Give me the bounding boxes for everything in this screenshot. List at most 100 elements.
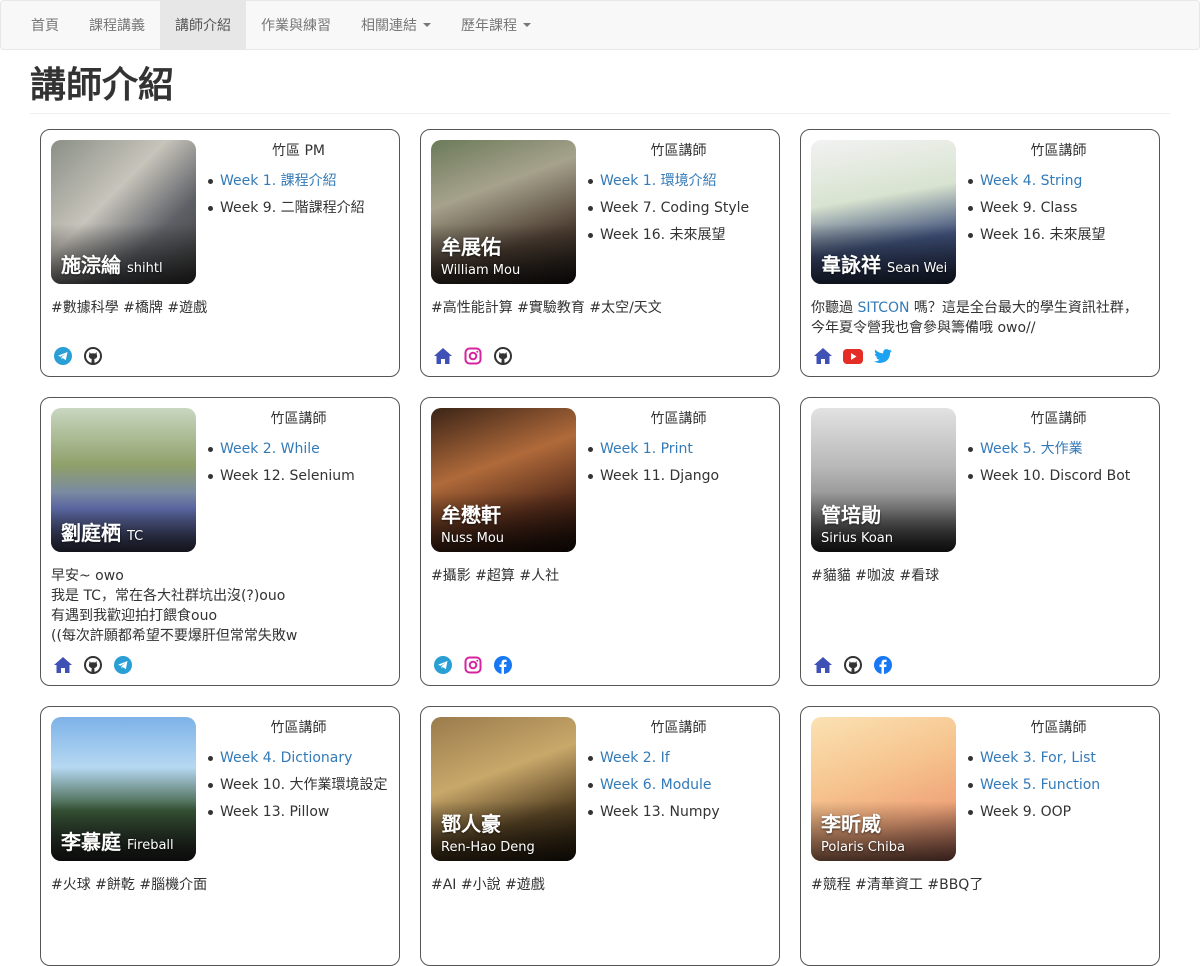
lesson-item[interactable]: Week 4. String [968, 168, 1151, 195]
telegram-icon[interactable] [433, 655, 453, 675]
lesson-item: Week 12. Selenium [208, 463, 391, 490]
telegram-icon[interactable] [113, 655, 133, 675]
description-line: #競程 #清華資工 #BBQ了 [811, 877, 984, 893]
nav-item-4[interactable]: 相關連結 [346, 1, 446, 49]
lesson-link[interactable]: Week 6. Module [600, 777, 712, 793]
lesson-link[interactable]: Week 2. If [600, 750, 670, 766]
home-icon[interactable] [813, 346, 833, 366]
github-icon[interactable] [843, 655, 863, 675]
instagram-icon[interactable] [463, 655, 483, 675]
instructor-role: 竹區講師 [270, 411, 327, 427]
instructor-nickname: Fireball [127, 838, 174, 853]
lesson-item[interactable]: Week 3. For, List [968, 745, 1151, 772]
lesson-text: Week 7. Coding Style [600, 200, 750, 216]
lesson-link[interactable]: Week 1. Print [600, 441, 693, 457]
description-line: #AI #小說 #遊戲 [431, 877, 545, 893]
github-icon[interactable] [83, 655, 103, 675]
instructor-role: 竹區 PM [272, 143, 325, 159]
instructor-card: 李慕庭 Fireball 竹區講師 Week 4. Dictionary Week 10… [40, 706, 400, 966]
lesson-list: Week 2. If Week 6. Module Week 13. Numpy [586, 745, 771, 826]
lesson-link[interactable]: Week 2. While [220, 441, 320, 457]
lesson-link[interactable]: Week 1. 環境介紹 [600, 173, 717, 189]
instructor-info: 竹區講師 Week 1. Print Week 11. Django [586, 408, 771, 490]
nav-item-label: 作業與練習 [261, 18, 331, 34]
lesson-item: Week 10. Discord Bot [968, 463, 1151, 490]
lesson-text: Week 13. Numpy [600, 804, 720, 820]
instructor-english-name: Nuss Mou [441, 531, 505, 546]
lesson-link[interactable]: Week 4. Dictionary [220, 750, 352, 766]
lesson-list: Week 2. While Week 12. Selenium [206, 436, 391, 490]
lesson-link[interactable]: Week 5. Function [980, 777, 1100, 793]
social-links [813, 655, 893, 675]
instructor-card: 韋詠祥 Sean Wei 竹區講師 Week 4. String Week 9. Cla… [800, 129, 1160, 377]
description-line: 我是 TC，常在各大社群坑出沒(?)ouo [51, 588, 286, 604]
nav-item-2[interactable]: 講師介紹 [160, 1, 246, 49]
instructor-info: 竹區講師 Week 1. 環境介紹 Week 7. Coding Style Week… [586, 140, 771, 249]
instructor-name-text: 劉庭栖 [61, 521, 121, 545]
social-links [433, 346, 513, 366]
description-line: #火球 #餅乾 #腦機介面 [51, 877, 208, 893]
lesson-item[interactable]: Week 1. Print [588, 436, 771, 463]
instructor-photo: 韋詠祥 Sean Wei [811, 140, 956, 284]
home-icon[interactable] [53, 655, 73, 675]
instructor-description: #數據科學 #橋牌 #遊戲 [51, 298, 391, 318]
instructor-info: 竹區講師 Week 5. 大作業 Week 10. Discord Bot [966, 408, 1151, 490]
instructor-info: 竹區講師 Week 4. String Week 9. Class Week 16. … [966, 140, 1151, 249]
youtube-icon[interactable] [843, 346, 863, 366]
lesson-link[interactable]: Week 1. 課程介紹 [220, 173, 337, 189]
nav-item-3[interactable]: 作業與練習 [246, 1, 346, 49]
lesson-item: Week 13. Numpy [588, 799, 771, 826]
lesson-item[interactable]: Week 1. 環境介紹 [588, 168, 771, 195]
instructor-name: 牟展佑 [441, 231, 501, 260]
lesson-item[interactable]: Week 1. 課程介紹 [208, 168, 391, 195]
instructor-english-name: Ren-Hao Deng [441, 840, 535, 855]
nav-item-1[interactable]: 課程講義 [74, 1, 160, 49]
lesson-text: Week 16. 未來展望 [980, 227, 1106, 243]
instructor-role: 竹區講師 [1030, 411, 1087, 427]
nav-item-label: 歷年課程 [461, 18, 517, 34]
instructor-card: 牟懋軒 Nuss Mou 竹區講師 Week 1. Print Week 11. Dja… [420, 397, 780, 686]
instructor-description: #火球 #餅乾 #腦機介面 [51, 875, 391, 895]
lesson-item[interactable]: Week 2. If [588, 745, 771, 772]
instructor-role: 竹區講師 [650, 143, 707, 159]
instructor-name-text: 施淙綸 [61, 253, 121, 277]
lesson-item[interactable]: Week 4. Dictionary [208, 745, 391, 772]
instructor-name-text: 韋詠祥 [821, 253, 881, 277]
telegram-icon[interactable] [53, 346, 73, 366]
twitter-icon[interactable] [873, 346, 893, 366]
instagram-icon[interactable] [463, 346, 483, 366]
instructor-name: 韋詠祥 Sean Wei [821, 249, 947, 278]
nav-item-0[interactable]: 首頁 [16, 1, 74, 49]
lesson-item[interactable]: Week 5. Function [968, 772, 1151, 799]
instructor-description: 你聽過 SITCON 嗎？這是全台最大的學生資訊社群， 今年夏令營我也會參與籌備哦… [811, 298, 1151, 338]
caret-down-icon [423, 23, 431, 27]
lesson-item[interactable]: Week 5. 大作業 [968, 436, 1151, 463]
instructor-role: 竹區講師 [270, 720, 327, 736]
nav-item-5[interactable]: 歷年課程 [446, 1, 546, 49]
instructor-name: 施淙綸 shihtl [61, 249, 163, 278]
facebook-icon[interactable] [873, 655, 893, 675]
lesson-text: Week 10. Discord Bot [980, 468, 1131, 484]
lesson-link[interactable]: Week 5. 大作業 [980, 441, 1083, 457]
lesson-link[interactable]: Week 3. For, List [980, 750, 1096, 766]
lesson-item[interactable]: Week 2. While [208, 436, 391, 463]
lesson-item[interactable]: Week 6. Module [588, 772, 771, 799]
instructor-name-text: 鄧人豪 [441, 812, 501, 836]
instructor-name-text: 管培勛 [821, 503, 881, 527]
home-icon[interactable] [813, 655, 833, 675]
instructor-info: 竹區講師 Week 2. While Week 12. Selenium [206, 408, 391, 490]
nav-item-label: 相關連結 [361, 18, 417, 34]
github-icon[interactable] [493, 346, 513, 366]
instructor-name-text: 牟展佑 [441, 235, 501, 259]
social-links [53, 655, 133, 675]
lesson-item: Week 9. Class [968, 195, 1151, 222]
instructor-name: 鄧人豪 [441, 808, 501, 837]
sitcon-link[interactable]: SITCON [857, 300, 909, 316]
home-icon[interactable] [433, 346, 453, 366]
description-line: ((每次許願都希望不要爆肝但常常失敗w [51, 628, 298, 644]
lesson-link[interactable]: Week 4. String [980, 173, 1082, 189]
page-title: 講師介紹 [30, 65, 175, 106]
instructor-description: #攝影 #超算 #人社 [431, 566, 771, 586]
facebook-icon[interactable] [493, 655, 513, 675]
github-icon[interactable] [83, 346, 103, 366]
